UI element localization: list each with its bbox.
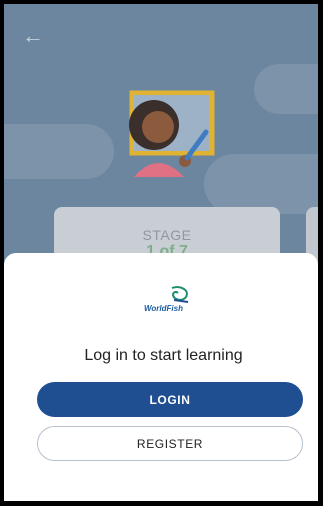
register-button[interactable]: REGISTER xyxy=(37,426,303,461)
arrow-left-icon: ← xyxy=(22,23,44,48)
stage-label: STAGE xyxy=(142,227,192,243)
back-button[interactable]: ← xyxy=(22,24,46,48)
worldfish-logo: WorldFish xyxy=(144,286,194,316)
cloud-shape xyxy=(204,154,318,214)
login-title: Log in to start learning xyxy=(84,347,243,364)
cloud-shape xyxy=(4,124,114,179)
login-button[interactable]: LOGIN xyxy=(37,382,303,417)
brand-name: WorldFish xyxy=(144,304,183,313)
cloud-shape xyxy=(254,64,318,114)
fish-logo-icon xyxy=(171,286,189,303)
teacher-illustration xyxy=(122,87,218,187)
app-frame: ← STAGE 1 of 7 WorldFish Log in to start… xyxy=(0,0,323,506)
